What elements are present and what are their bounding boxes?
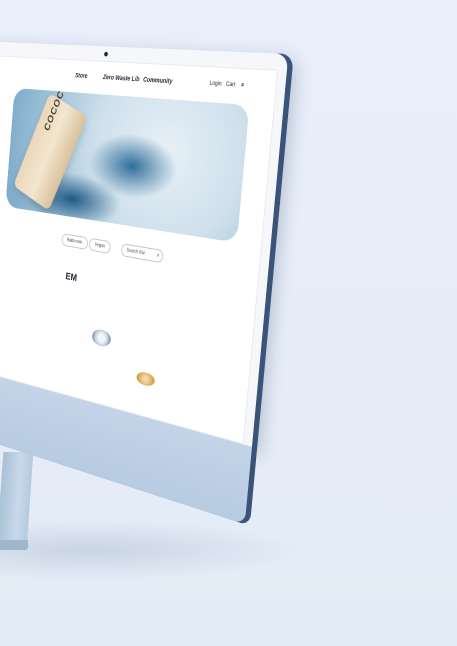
monitor-bezel: Store Zero Waste Lib Community Login Car… bbox=[0, 40, 289, 447]
search-icon[interactable]: ⌕ bbox=[156, 250, 160, 262]
hero-brand-label: COCOCLUB bbox=[42, 88, 75, 133]
nav-item-store[interactable]: Store bbox=[75, 73, 88, 80]
search-icon[interactable]: ⌕ bbox=[241, 82, 248, 89]
monitor-stand-foot bbox=[0, 540, 28, 550]
floor-shadow bbox=[0, 520, 300, 580]
nav-item-zero-waste-lib[interactable]: Zero Waste Lib bbox=[103, 74, 140, 83]
search-placeholder: Search Bar bbox=[126, 247, 146, 257]
login-link[interactable]: Login bbox=[209, 81, 222, 88]
product-thumbnail[interactable] bbox=[91, 327, 112, 349]
screen: Store Zero Waste Lib Community Login Car… bbox=[0, 54, 279, 445]
cart-link[interactable]: Cart bbox=[226, 82, 236, 88]
monitor: Store Zero Waste Lib Community Login Car… bbox=[0, 40, 289, 525]
nav-item-community[interactable]: Community bbox=[143, 77, 173, 85]
filter-pill-vegan[interactable]: Vegan bbox=[88, 237, 112, 254]
hero-banner: COCOCLUB bbox=[5, 88, 250, 243]
product-thumbnail[interactable] bbox=[136, 370, 156, 388]
webcam bbox=[104, 51, 108, 57]
search-input[interactable]: Search Bar ⌕ bbox=[120, 243, 164, 264]
filter-pill-bathroom[interactable]: Bathroom bbox=[61, 233, 89, 250]
section-title: EM bbox=[65, 271, 78, 284]
